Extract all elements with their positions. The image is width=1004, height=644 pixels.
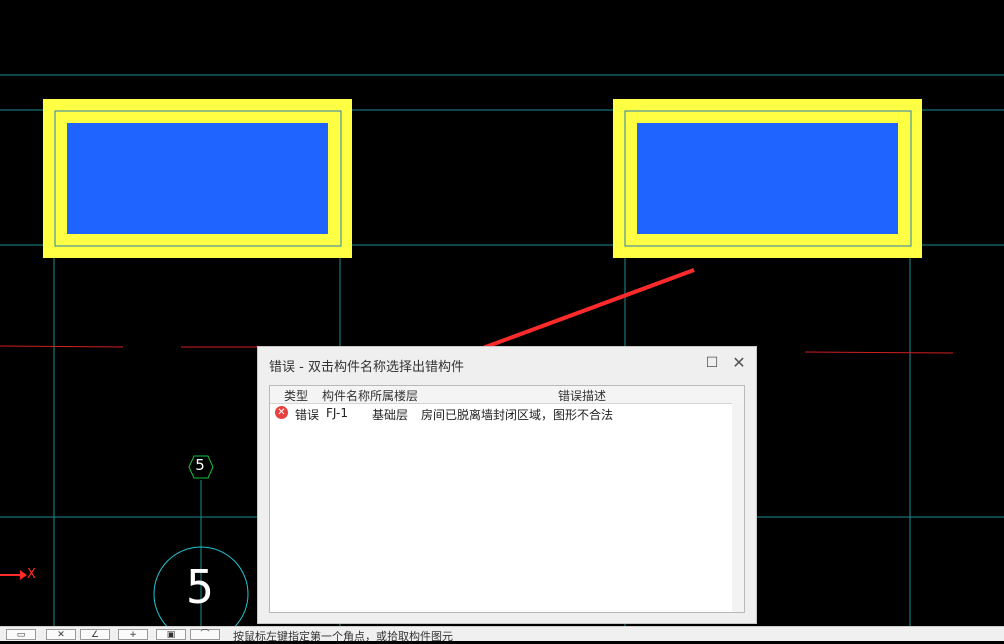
vertical-scrollbar[interactable] xyxy=(732,403,744,612)
axis-marker-big-label: 5 xyxy=(186,560,214,614)
column-type[interactable]: 类型 xyxy=(284,387,308,404)
status-text: 按鼠标左键指定第一个角点，或拾取构件图元 xyxy=(233,630,453,643)
error-list-header: 类型 构件名称 所属楼层 错误描述 xyxy=(270,386,744,404)
arc-button[interactable]: ⌒ xyxy=(190,629,220,640)
slab-right[interactable] xyxy=(613,99,922,258)
row-floor: 基础层 xyxy=(372,408,409,422)
column-description[interactable]: 错误描述 xyxy=(558,387,606,404)
dialog-title: 错误 - 双击构件名称选择出错构件 xyxy=(269,360,464,375)
error-dialog[interactable]: 错误 - 双击构件名称选择出错构件 ☐ ✕ 类型 构件名称 所属楼层 错误描述 … xyxy=(257,346,757,624)
row-description: 房间已脱离墙封闭区域，图形不合法 xyxy=(421,408,614,422)
line-button[interactable]: ∠ xyxy=(80,629,110,640)
close-icon[interactable]: ✕ xyxy=(728,352,750,374)
add-button[interactable]: + xyxy=(118,629,148,640)
column-floor[interactable]: 所属楼层 xyxy=(370,387,418,404)
error-list[interactable]: 类型 构件名称 所属楼层 错误描述 ✕ 错误 FJ-1 基础层 房间已脱离墙封闭… xyxy=(269,385,745,613)
x-axis-arrowhead xyxy=(20,570,27,580)
bottom-toolbar: ▭ ✕ ∠ + ▣ ⌒ 按鼠标左键指定第一个角点，或拾取构件图元 xyxy=(0,626,1004,643)
save-button[interactable]: ▣ xyxy=(156,629,186,640)
column-name[interactable]: 构件名称 xyxy=(322,387,370,404)
error-circle-icon: ✕ xyxy=(275,406,288,419)
slab-left[interactable] xyxy=(43,99,352,258)
select-rect-button[interactable]: ▭ xyxy=(6,629,36,640)
row-type: 错误 xyxy=(295,408,320,422)
table-row[interactable]: ✕ 错误 FJ-1 基础层 房间已脱离墙封闭区域，图形不合法 xyxy=(270,404,744,422)
axis-marker-small-label: 5 xyxy=(195,456,205,474)
row-name[interactable]: FJ-1 xyxy=(326,406,348,420)
x-axis-label: X xyxy=(27,567,36,582)
cross-select-button[interactable]: ✕ xyxy=(46,629,76,640)
maximize-icon[interactable]: ☐ xyxy=(701,352,723,374)
